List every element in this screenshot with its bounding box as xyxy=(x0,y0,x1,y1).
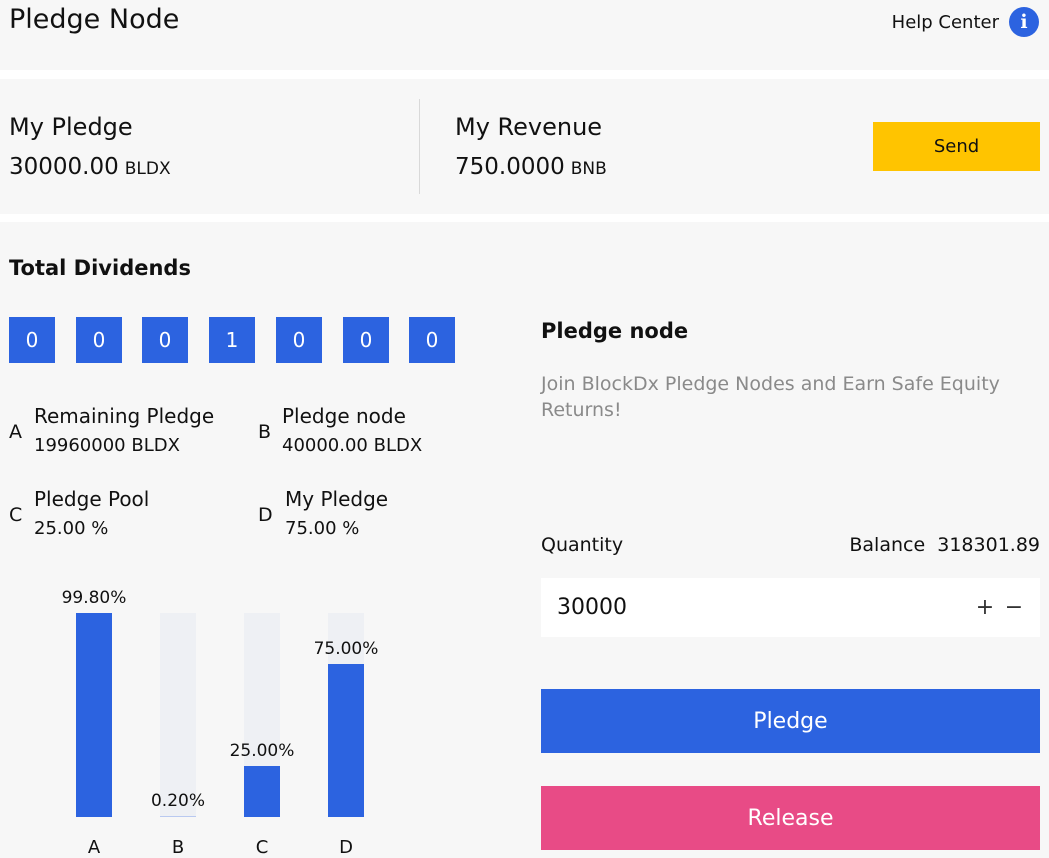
balance-readout: Balance 318301.89 xyxy=(849,534,1040,556)
my-revenue-value: 750.0000 xyxy=(455,154,565,180)
bar-category-label: B xyxy=(171,837,185,858)
my-pledge-unit: BLDX xyxy=(124,159,171,179)
release-button[interactable]: Release xyxy=(541,786,1040,850)
legend-letter-b: B xyxy=(258,421,272,443)
dividend-digit: 0 xyxy=(276,317,322,363)
quantity-label: Quantity xyxy=(541,534,624,556)
legend-name-c: Pledge Pool xyxy=(34,487,150,511)
dividend-digit: 0 xyxy=(409,317,455,363)
legend-amount: 25.00 xyxy=(34,518,86,539)
my-revenue-unit: BNB xyxy=(570,159,607,179)
legend-name-b: Pledge node xyxy=(282,404,406,428)
bar-category-label: C xyxy=(255,837,269,858)
separator-band xyxy=(0,214,1049,222)
pledge-node-title: Pledge node xyxy=(541,319,689,343)
app-header: Pledge Node Help Center i xyxy=(0,0,1049,70)
bar-data-label: 75.00% xyxy=(313,639,379,659)
summary-panel: My Pledge 30000.00 BLDX My Revenue 750.00… xyxy=(0,79,1049,214)
legend-unit: BLDX xyxy=(131,435,180,456)
legend-unit: % xyxy=(91,518,109,539)
bar-data-label: 25.00% xyxy=(229,741,295,761)
pledge-description: Join BlockDx Pledge Nodes and Earn Safe … xyxy=(541,373,1000,421)
legend-value-a: 19960000 BLDX xyxy=(34,435,180,456)
total-dividends-title: Total Dividends xyxy=(9,256,191,280)
my-revenue-amount: 750.0000 BNB xyxy=(455,154,607,180)
bar-category-label: A xyxy=(87,837,101,858)
page-title: Pledge Node xyxy=(9,4,180,35)
separator-band xyxy=(0,70,1049,79)
bar-d xyxy=(328,664,364,817)
dividend-digit: 1 xyxy=(209,317,255,363)
legend-value-d: 75.00 % xyxy=(285,518,359,539)
bar-data-label: 99.80% xyxy=(61,588,127,608)
legend-name-a: Remaining Pledge xyxy=(34,404,215,428)
dividend-digit: 0 xyxy=(142,317,188,363)
bar-a xyxy=(76,613,112,817)
dividend-digit: 0 xyxy=(9,317,55,363)
legend-amount: 19960000 xyxy=(34,435,126,456)
summary-divider xyxy=(419,99,420,194)
legend-letter-a: A xyxy=(9,421,22,443)
quantity-input[interactable] xyxy=(557,590,937,624)
my-pledge-value: 30000.00 xyxy=(9,154,119,180)
my-revenue-label: My Revenue xyxy=(455,113,603,141)
balance-label: Balance xyxy=(849,534,926,556)
dividend-digit: 0 xyxy=(76,317,122,363)
bar-c xyxy=(244,766,280,817)
legend-unit: % xyxy=(342,518,360,539)
bar-b xyxy=(160,816,196,817)
my-pledge-amount: 30000.00 BLDX xyxy=(9,154,171,180)
minus-icon[interactable]: − xyxy=(1002,592,1026,622)
dividend-digit: 0 xyxy=(343,317,389,363)
my-pledge-label: My Pledge xyxy=(9,113,133,141)
plus-icon[interactable]: + xyxy=(973,592,997,622)
balance-value: 318301.89 xyxy=(937,534,1040,556)
send-button[interactable]: Send xyxy=(873,122,1040,171)
bar-track xyxy=(160,613,196,817)
info-icon: i xyxy=(1009,7,1039,37)
quantity-field: + − xyxy=(541,578,1040,637)
legend-unit: BLDX xyxy=(373,435,423,456)
legend-value-c: 25.00 % xyxy=(34,518,108,539)
legend-amount: 75.00 xyxy=(285,518,337,539)
legend-value-b: 40000.00 BLDX xyxy=(282,435,422,456)
bar-category-label: D xyxy=(339,837,353,858)
bar-data-label: 0.20% xyxy=(150,791,205,811)
dividend-counter: 0 0 0 1 0 0 0 xyxy=(9,317,456,363)
help-center-label: Help Center xyxy=(891,11,999,33)
pledge-button[interactable]: Pledge xyxy=(541,689,1040,753)
pledge-bar-chart: 99.80% A 0.20% B 25.00% C 75.00% D xyxy=(60,580,390,858)
legend-letter-d: D xyxy=(258,504,273,526)
legend-name-d: My Pledge xyxy=(285,487,389,511)
legend-amount: 40000.00 xyxy=(282,435,368,456)
help-center-link[interactable]: Help Center i xyxy=(892,6,1039,38)
legend-letter-c: C xyxy=(9,504,23,526)
